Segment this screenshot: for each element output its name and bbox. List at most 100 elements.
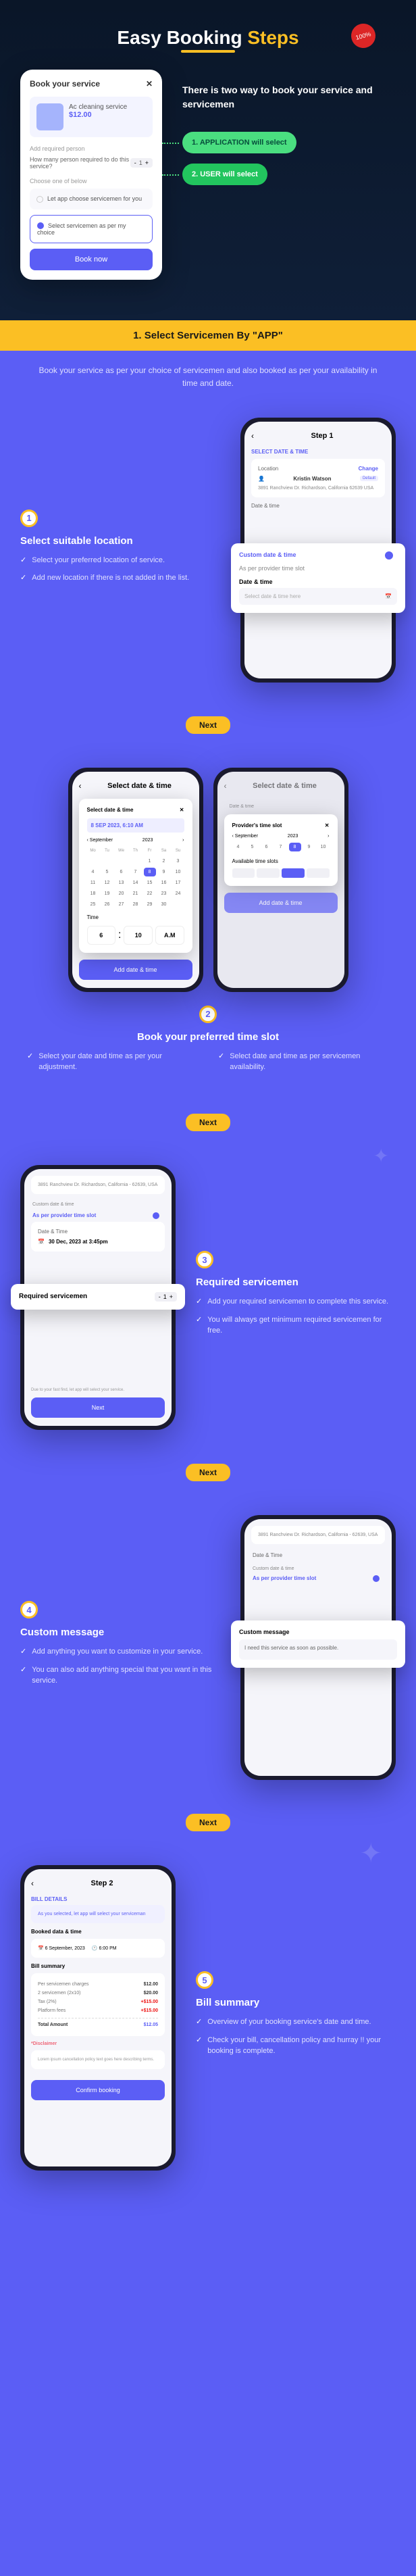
s4-provider-slot[interactable]: As per provider time slot [251,1572,385,1585]
bill-row: 2 servicemen (2x10)$20.00 [38,1989,158,1998]
step2-col1: ✓Select your date and time as per your a… [27,1051,198,1073]
step4-phone: 3891 Ranchview Dr. Richardson, Californi… [240,1515,396,1780]
selected-datetime: 8 SEP 2023, 6:10 AM [87,818,184,833]
add-datetime-button-2[interactable]: Add date & time [224,893,338,913]
s3-note: Due to your fast find, let app will sele… [31,1388,165,1392]
service-card: Ac cleaning service $12.00 [30,97,153,137]
s4-custom: Custom date & time [251,1565,385,1572]
select-date-field[interactable]: Select date & time here📅 [239,588,397,605]
step2-title: Book your preferred time slot [0,1031,416,1043]
person-stepper[interactable]: - 1 + [130,158,153,168]
calendar-icon: 📅 [385,593,392,599]
step1-phone: ‹ Step 1 SELECT DATE & TIME Location Chang… [240,418,396,683]
pill-application: 1. APPLICATION will select [182,132,296,153]
time-ampm[interactable]: A.M [155,926,184,945]
choose-label: Choose one of below [30,178,153,184]
select-date-link[interactable]: SELECT DATE & TIME [251,449,308,455]
location-name: Kristin Watson [293,476,331,482]
book-now-button[interactable]: Book now [30,249,153,270]
calendar-grid[interactable]: MoTuWeThFrSaSu 123 45678910 111213141516… [87,847,184,909]
bill-row: Tax (2%)+$15.00 [38,1998,158,2006]
provider-slot[interactable]: As per provider time slot [239,565,397,572]
next-pill-1: Next [186,716,230,734]
auto-note: As you selected, let app will select you… [38,1912,158,1916]
step4-title: Custom message [20,1627,220,1638]
option-app-choose[interactable]: Let app choose servicemen for you [30,189,153,209]
step3-phone: 3891 Ranchview Dr. Richardson, Californi… [20,1165,176,1430]
time-slot-selected[interactable] [282,868,305,878]
custom-message-label: Custom message [239,1629,397,1635]
hero-phone: Book your service ✕ Ac cleaning service … [20,70,162,280]
step5-item-2: ✓Check your bill, cancellation policy an… [196,2035,396,2057]
back-icon[interactable]: ‹ [79,781,82,791]
service-name: Ac cleaning service [69,103,127,111]
step1-item-1: ✓Select your preferred location of servi… [20,555,220,566]
bill-details-heading: BILL DETAILS [31,1896,165,1902]
booked-date: 6 September, 2023 [45,1946,85,1951]
disclaimer-label: *Disclaimer [31,2041,165,2046]
required-servicemen-label: Required servicemen [19,1293,87,1300]
step2-col2: ✓Select date and time as per servicemen … [218,1051,389,1073]
location-label: Location [258,466,278,472]
s3-address: 3891 Ranchview Dr. Richardson, Californi… [38,1183,158,1187]
time-slot[interactable] [257,868,280,878]
add-datetime-button[interactable]: Add date & time [79,960,192,980]
next-pill-3: Next [186,1464,230,1481]
phone-step-title: Step 1 [259,432,385,440]
bill-row: Platform fees+$15.00 [38,2006,158,2015]
change-link[interactable]: Change [359,466,378,472]
service-price: $12.00 [69,111,127,119]
s3-custom: Custom date & time [31,1199,165,1210]
back-icon[interactable]: ‹ [251,431,254,441]
step2-phone-right: ‹Select date & time Date & time Provider… [213,768,348,992]
time-slot[interactable] [232,868,255,878]
booked-time: 6:00 PM [99,1946,117,1951]
phone-title: Book your service [30,79,100,89]
step5-title: Bill summary [196,1997,396,2008]
next-pill-4: Next [186,1814,230,1831]
step3-item-2: ✓You will always get minimum required se… [196,1314,396,1337]
bill-row: Per servicemen charges$12.00 [38,1980,158,1989]
s3-provider-slot[interactable]: As per provider time slot [31,1210,165,1222]
decoration-star-icon: ✦ [359,1838,382,1869]
close-icon[interactable]: ✕ [180,807,184,813]
time-hour[interactable]: 6 [87,926,116,945]
close-icon[interactable]: ✕ [146,79,153,89]
page-title: Easy Booking Steps [20,27,396,53]
step4-item-2: ✓You can also add anything special that … [20,1664,220,1687]
dt-label: Date & time [239,578,397,585]
close-icon[interactable]: ✕ [325,822,330,828]
step-badge-3: 3 [196,1251,213,1268]
provider-slot-title: Provider's time slot [232,822,282,828]
option-user-choose[interactable]: Select servicemen as per my choice [30,215,153,244]
step-badge-4: 4 [20,1601,38,1618]
step-badge-5: 5 [196,1971,213,1989]
step3-item-1: ✓Add your required servicemen to complet… [196,1296,396,1308]
hero-text: There is two way to book your service an… [182,83,396,112]
s4-address: 3891 Ranchview Dr. Richardson, Californi… [258,1533,378,1537]
step4-item-1: ✓Add anything you want to customize in y… [20,1646,220,1658]
available-slots-label: Available time slots [232,858,330,864]
custom-datetime[interactable]: Custom date & time [239,551,296,560]
step5-phone: ‹Step 2 BILL DETAILS As you selected, le… [20,1865,176,2171]
bill-summary-label: Bill summary [31,1963,165,1969]
step2-phone-left: ‹Select date & time Select date & time✕ … [68,768,203,992]
calendar-grid-2[interactable]: 45678910 [232,843,330,851]
decoration-star-icon: ✦ [373,1145,389,1167]
servicemen-stepper[interactable]: - 1 + [155,1292,177,1302]
back-icon[interactable]: ‹ [31,1879,34,1888]
add-person-label: Add required person [30,145,153,152]
bill-total: Total Amount$12.05 [38,2018,158,2029]
time-slot[interactable] [307,868,330,878]
next-button[interactable]: Next [31,1397,165,1418]
pill-user: 2. USER will select [182,164,267,185]
step-badge-1: 1 [20,510,38,527]
default-badge: Default [360,476,378,481]
step1-title: Select suitable location [20,535,220,547]
step1-item-2: ✓Add new location if there is not added … [20,572,220,584]
step3-title: Required servicemen [196,1277,396,1288]
custom-message-input[interactable]: I need this service as soon as possible. [239,1639,397,1660]
confirm-booking-button[interactable]: Confirm booking [31,2080,165,2100]
location-address: 3891 Ranchview Dr. Richardson, Californi… [258,486,378,491]
time-min[interactable]: 10 [124,926,153,945]
